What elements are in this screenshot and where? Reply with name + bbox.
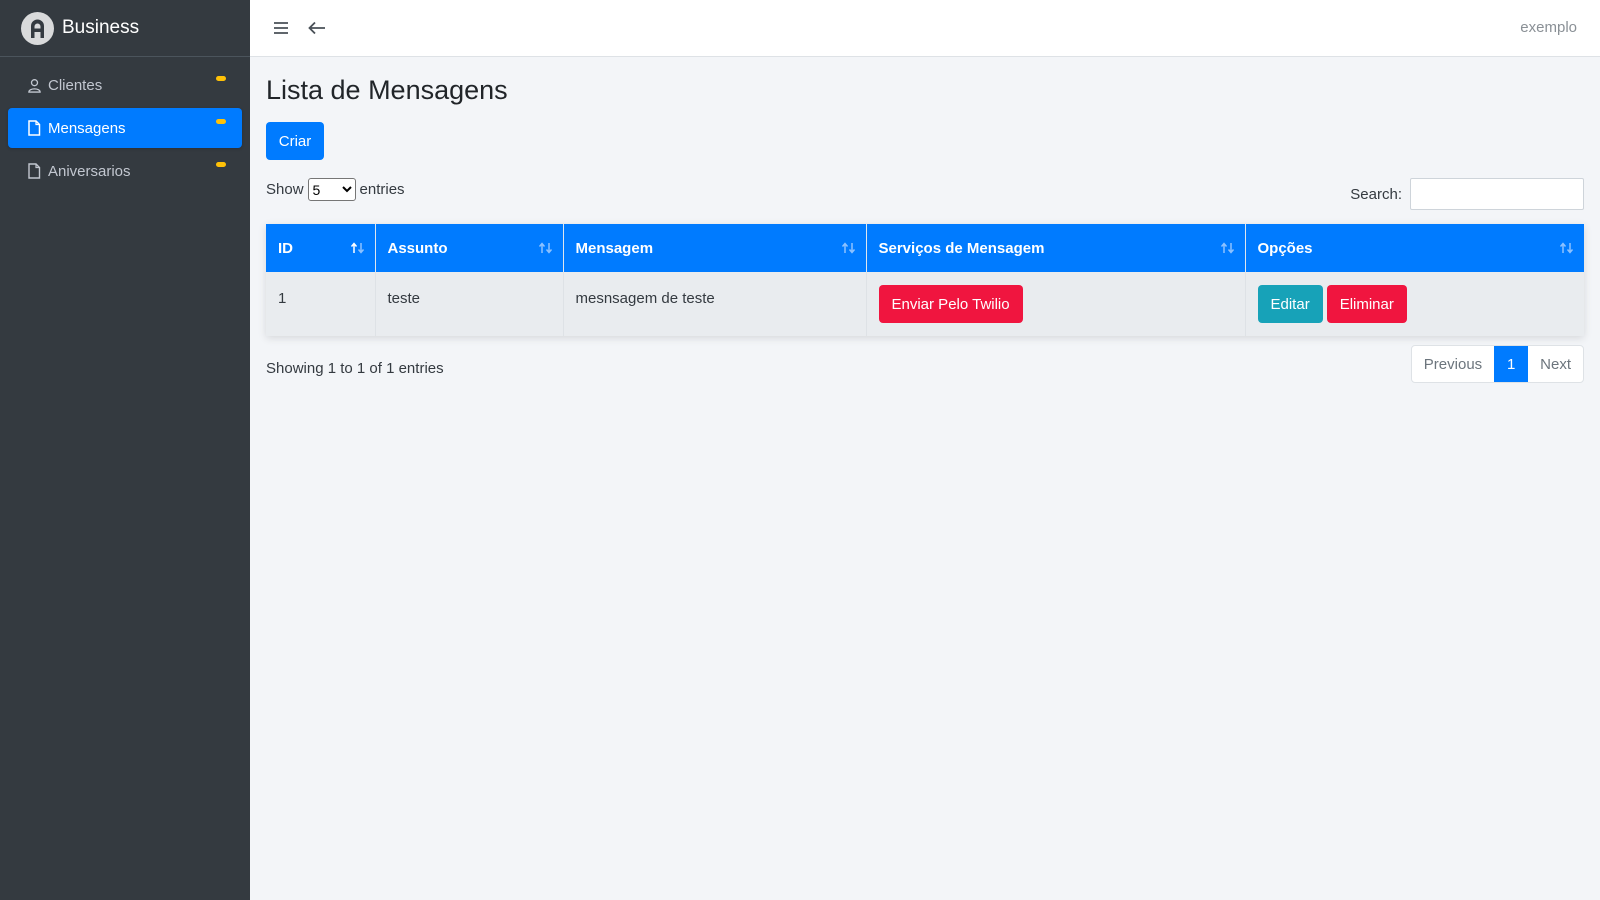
search-box: Search:: [1350, 178, 1584, 211]
cell-servicos: Enviar Pelo Twilio: [866, 272, 1246, 337]
status-badge: [216, 76, 226, 81]
sidebar-nav: Clientes Mensagens Aniversarios: [0, 57, 250, 191]
column-header-servicos[interactable]: Serviços de Mensagem: [866, 224, 1246, 273]
sidebar-item-aniversarios[interactable]: Aniversarios: [8, 151, 242, 191]
sidebar: Business Clientes Mensagens Aniversarios: [0, 0, 250, 900]
brand[interactable]: Business: [0, 0, 250, 57]
column-header-label: ID: [278, 239, 293, 257]
search-label: Search:: [1350, 185, 1402, 203]
sort-asc-icon: [350, 242, 364, 255]
column-header-label: Serviços de Mensagem: [878, 239, 1045, 257]
user-menu[interactable]: exemplo: [1520, 19, 1577, 36]
next-page-button[interactable]: Next: [1528, 346, 1583, 382]
brand-logo-icon: [21, 11, 54, 45]
file-icon: [26, 163, 42, 179]
column-header-mensagem[interactable]: Mensagem: [563, 224, 867, 273]
sort-icon: [1220, 242, 1234, 255]
sidebar-item-clientes[interactable]: Clientes: [8, 65, 242, 105]
page-title: Lista de Mensagens: [266, 75, 508, 105]
menu-icon[interactable]: [270, 17, 292, 39]
cell-opcoes: Editar Eliminar: [1245, 272, 1584, 336]
file-icon: [26, 120, 42, 136]
column-header-label: Assunto: [387, 239, 448, 257]
length-prefix: Show: [266, 181, 304, 199]
sort-icon: [841, 242, 855, 255]
sort-icon: [538, 242, 552, 255]
table-footer: Showing 1 to 1 of 1 entries Previous 1 N…: [266, 345, 1584, 395]
cell-mensagem: mesnsagem de teste: [563, 272, 867, 337]
previous-page-button[interactable]: Previous: [1412, 346, 1494, 382]
cell-text: teste: [387, 289, 421, 307]
create-button[interactable]: Criar: [266, 122, 324, 161]
cell-text: 1: [278, 289, 287, 307]
sidebar-item-mensagens[interactable]: Mensagens: [8, 108, 242, 148]
column-header-id[interactable]: ID: [266, 224, 376, 273]
entries-select[interactable]: 5: [307, 178, 356, 202]
search-input[interactable]: [1410, 178, 1584, 211]
status-badge: [216, 162, 226, 167]
column-header-opcoes[interactable]: Opções: [1245, 224, 1584, 273]
send-twilio-button[interactable]: Enviar Pelo Twilio: [878, 285, 1023, 324]
sidebar-item-label: Aniversarios: [48, 162, 131, 180]
length-suffix: entries: [359, 181, 405, 199]
page-1-button[interactable]: 1: [1494, 346, 1529, 383]
brand-name: Business: [62, 17, 140, 38]
edit-button[interactable]: Editar: [1257, 285, 1323, 324]
table-controls: Show 5 entries Search:: [266, 178, 1584, 224]
cell-text: mesnsagem de teste: [575, 289, 715, 307]
sidebar-item-label: Clientes: [48, 76, 103, 94]
cell-id: 1: [266, 272, 376, 337]
main-content: Lista de Mensagens Criar Show 5 entries …: [266, 57, 1584, 395]
table-info: Showing 1 to 1 of 1 entries: [266, 360, 444, 378]
pagination: Previous 1 Next: [1410, 345, 1584, 384]
topbar: exemplo: [250, 0, 1600, 57]
entries-length: Show 5 entries: [266, 178, 405, 202]
back-arrow-icon[interactable]: [306, 17, 328, 39]
user-icon: [26, 77, 42, 93]
column-header-label: Mensagem: [575, 239, 654, 257]
column-header-label: Opções: [1257, 239, 1313, 257]
cell-assunto: teste: [375, 272, 564, 337]
delete-button[interactable]: Eliminar: [1326, 285, 1407, 324]
table-row: 1 teste mesnsagem de teste Enviar Pelo T…: [266, 272, 1584, 337]
status-badge: [216, 119, 226, 124]
table-header-row: ID Assunto Mensagem Serviços de Mensagem: [266, 224, 1584, 273]
column-header-assunto[interactable]: Assunto: [375, 224, 564, 273]
sort-icon: [1559, 242, 1574, 255]
messages-table: ID Assunto Mensagem Serviços de Mensagem: [266, 224, 1584, 337]
sidebar-item-label: Mensagens: [48, 119, 126, 137]
